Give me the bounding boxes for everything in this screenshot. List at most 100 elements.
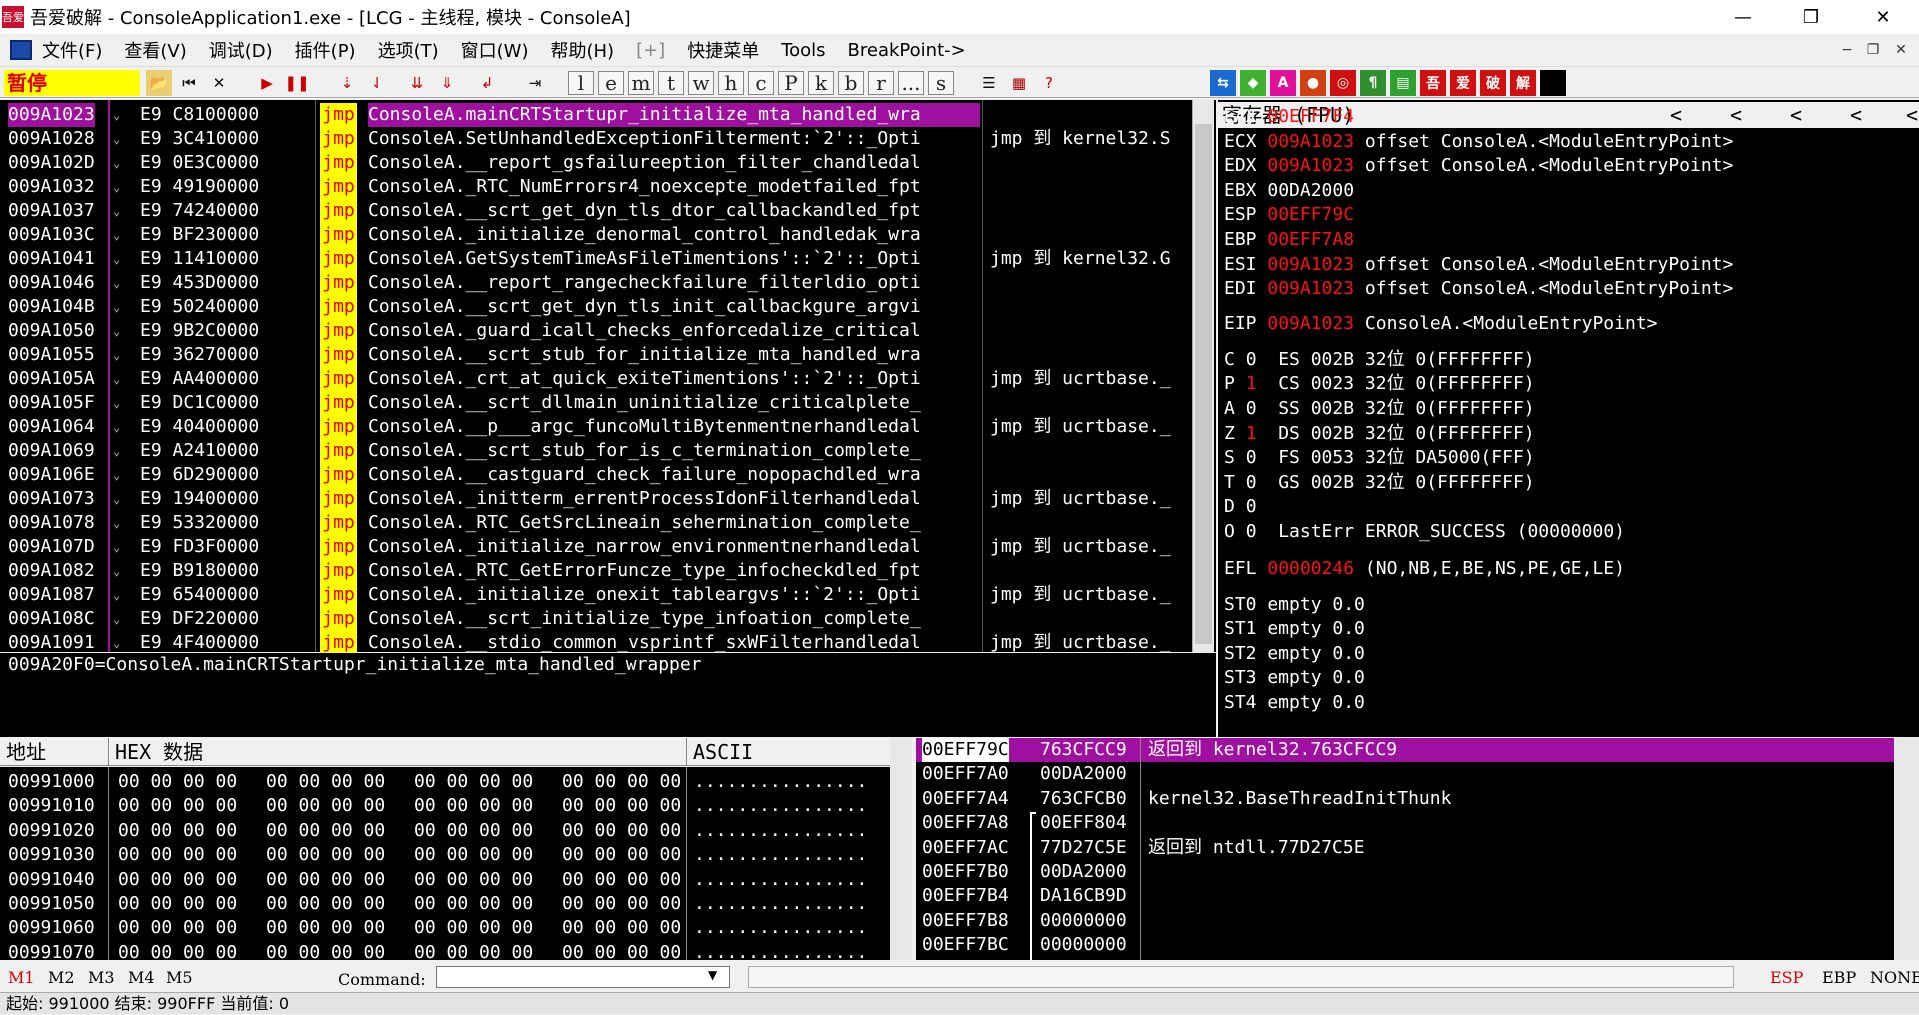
flag-p[interactable]: P 1 CS 0023 32位 0(FFFFFFFF) <box>1224 372 1535 396</box>
menu-window[interactable]: 窗口(W) <box>461 37 529 63</box>
trace-over-icon[interactable]: ⇓ <box>434 70 460 96</box>
open-icon[interactable]: 📂 <box>146 70 172 96</box>
disasm-row[interactable]: 009A105F ⌄ E9 DC1C0000 jmp ConsoleA.__scrt_d… <box>0 391 1216 415</box>
fpu-st4[interactable]: ST4 empty 0.0 <box>1224 691 1365 715</box>
trace-into-icon[interactable]: ⇊ <box>404 70 430 96</box>
dump-scrollbar[interactable] <box>890 738 912 960</box>
wu-icon[interactable]: 吾 <box>1420 70 1446 96</box>
toolbar-cpu-button[interactable]: c <box>748 71 774 95</box>
disasm-row[interactable]: 009A1087 ⌄ E9 65400000 jmp ConsoleA._initial… <box>0 583 1216 607</box>
tab-m2[interactable]: M2 <box>48 968 75 987</box>
stack-row[interactable]: 00EFF7A0 00DA2000 <box>916 762 1894 786</box>
disasm-row[interactable]: 009A103C ⌄ E9 BF230000 jmp ConsoleA._initial… <box>0 223 1216 247</box>
refresh-icon[interactable]: ⇆ <box>1210 70 1236 96</box>
stack-row[interactable]: 00EFF7B8 00000000 <box>916 909 1894 933</box>
reg-arrow-1[interactable]: < <box>1670 102 1682 128</box>
disasm-row[interactable]: 009A107D ⌄ E9 FD3F0000 jmp ConsoleA._initial… <box>0 535 1216 559</box>
restore-button[interactable]: ❐ <box>1782 0 1840 34</box>
toolbar-callstack-button[interactable]: k <box>808 71 834 95</box>
disasm-row[interactable]: 009A102D ⌄ E9 0E3C0000 jmp ConsoleA.__report… <box>0 151 1216 175</box>
stack-row[interactable]: 00EFF7AC 77D27C5E 返回到 ntdll.77D27C5E <box>916 836 1894 860</box>
menu-plus[interactable]: [+] <box>636 40 665 61</box>
record-icon[interactable]: ● <box>1300 70 1326 96</box>
black-square-icon[interactable] <box>1540 70 1566 96</box>
stack-row[interactable]: 00EFF7B0 00DA2000 <box>916 860 1894 884</box>
disasm-row[interactable]: 009A1028 ⌄ E9 3C410000 jmp ConsoleA.SetUnhan… <box>0 127 1216 151</box>
flag-o[interactable]: O 0 LastErr ERROR_SUCCESS (00000000) <box>1224 520 1625 544</box>
tab-m4[interactable]: M4 <box>128 968 155 987</box>
toolbar-source-button[interactable]: s <box>928 71 954 95</box>
dump-col-address[interactable]: 地址 <box>6 738 46 766</box>
chevron-down-icon[interactable]: ▼ <box>708 968 717 982</box>
toolbar-windows-button[interactable]: w <box>688 71 714 95</box>
toolbar-modules-button[interactable]: e <box>598 71 624 95</box>
goto-icon[interactable]: ⇥ <box>522 70 548 96</box>
disasm-row[interactable]: 009A1064 ⌄ E9 40400000 jmp ConsoleA.__p___ar… <box>0 415 1216 439</box>
stack-pane[interactable]: 00EFF79C 763CFCC9 返回到 kernel32.763CFCC9 00E… <box>916 738 1894 960</box>
tab-m1[interactable]: M1 <box>8 968 35 987</box>
step-over-icon[interactable]: ⇃ <box>364 70 390 96</box>
minimize-button[interactable]: — <box>1714 0 1772 34</box>
register-esp[interactable]: ESP 00EFF79C <box>1224 203 1365 227</box>
esp-button[interactable]: ESP <box>1770 968 1803 987</box>
disassembly-pane[interactable]: 009A1023 ⌄ E9 C8100000 jmp ConsoleA.mainCRTS… <box>0 100 1216 655</box>
register-edi[interactable]: EDI 009A1023 offset ConsoleA.<ModuleEntr… <box>1224 277 1733 301</box>
disasm-row[interactable]: 009A1069 ⌄ E9 A2410000 jmp ConsoleA.__scrt_s… <box>0 439 1216 463</box>
menu-breakpoint[interactable]: BreakPoint-> <box>848 40 966 61</box>
disasm-row[interactable]: 009A1073 ⌄ E9 19400000 jmp ConsoleA._initter… <box>0 487 1216 511</box>
menu-file[interactable]: 文件(F) <box>42 37 102 63</box>
toolbar-log-button[interactable]: l <box>568 71 594 95</box>
jie-icon[interactable]: 解 <box>1510 70 1536 96</box>
ebp-button[interactable]: EBP <box>1822 968 1856 987</box>
stack-row[interactable]: 00EFF7BC 00000000 <box>916 933 1894 957</box>
register-ebp[interactable]: EBP 00EFF7A8 <box>1224 228 1365 252</box>
disasm-row[interactable]: 009A1078 ⌄ E9 53320000 jmp ConsoleA._RTC_Get… <box>0 511 1216 535</box>
disasm-row[interactable]: 009A1023 ⌄ E9 C8100000 jmp ConsoleA.mainCRTS… <box>0 103 1216 127</box>
step-into-icon[interactable]: ⇣ <box>334 70 360 96</box>
dump-col-hex[interactable]: HEX 数据 <box>108 738 203 766</box>
mdi-minimize-button[interactable]: − <box>1836 40 1858 60</box>
stack-row[interactable]: 00EFF79C 763CFCC9 返回到 kernel32.763CFCC9 <box>916 738 1894 762</box>
mdi-close-button[interactable]: ✕ <box>1890 40 1912 60</box>
flag-t[interactable]: T 0 GS 002B 32位 0(FFFFFFFF) <box>1224 471 1535 495</box>
register-eip[interactable]: EIP 009A1023 ConsoleA.<ModuleEntryPoint> <box>1224 312 1658 336</box>
stack-row[interactable]: 00EFF7A4 763CFCB0 kernel32.BaseThreadInitT… <box>916 787 1894 811</box>
toolbar-patches-button[interactable]: P <box>778 71 804 95</box>
disasm-row[interactable]: 009A1037 ⌄ E9 74240000 jmp ConsoleA.__scrt_g… <box>0 199 1216 223</box>
toolbar-breakpoints-button[interactable]: b <box>838 71 864 95</box>
fpu-st2[interactable]: ST2 empty 0.0 <box>1224 642 1365 666</box>
dump-pane[interactable]: 00991000 00 00 00 00 00 00 00 00 00 00 00 0… <box>0 767 890 963</box>
menu-shortcut[interactable]: 快捷菜单 <box>687 37 759 63</box>
scroll-thumb[interactable] <box>1195 124 1212 644</box>
register-esi[interactable]: ESI 009A1023 offset ConsoleA.<ModuleEntr… <box>1224 253 1733 277</box>
tree-icon[interactable]: ¶ <box>1360 70 1386 96</box>
menu-help[interactable]: 帮助(H) <box>550 37 614 63</box>
reg-arrow-2[interactable]: < <box>1730 102 1742 128</box>
toolbar-handles-button[interactable]: h <box>718 71 744 95</box>
help-icon[interactable]: ? <box>1036 70 1062 96</box>
toolbar-memory-button[interactable]: m <box>628 71 654 95</box>
target-icon[interactable]: ◎ <box>1330 70 1356 96</box>
system-menu-icon[interactable] <box>10 40 32 60</box>
toolbar-runtrace-button[interactable]: ... <box>898 71 924 95</box>
reg-arrow-5[interactable]: < <box>1906 102 1918 128</box>
disasm-row[interactable]: 009A1041 ⌄ E9 11410000 jmp ConsoleA.GetSyste… <box>0 247 1216 271</box>
stack-row[interactable]: 00EFF7A8 00EFF804 <box>916 811 1894 835</box>
register-edx[interactable]: EDX 009A1023 offset ConsoleA.<ModuleEntr… <box>1224 154 1733 178</box>
register-efl[interactable]: EFL 00000246 (NO,NB,E,BE,NS,PE,GE,LE) <box>1224 557 1625 581</box>
flag-d[interactable]: D 0 <box>1224 495 1278 519</box>
tab-m5[interactable]: M5 <box>166 968 193 987</box>
close-icon[interactable]: ✕ <box>206 70 232 96</box>
mdi-restore-button[interactable]: ❐ <box>1862 40 1884 60</box>
fpu-st3[interactable]: ST3 empty 0.0 <box>1224 666 1365 690</box>
disasm-row[interactable]: 009A1046 ⌄ E9 453D0000 jmp ConsoleA.__report… <box>0 271 1216 295</box>
ai-icon[interactable]: 爱 <box>1450 70 1476 96</box>
grid-icon[interactable]: ▦ <box>1006 70 1032 96</box>
disasm-row[interactable]: 009A104B ⌄ E9 50240000 jmp ConsoleA.__scrt_g… <box>0 295 1216 319</box>
dump-col-ascii[interactable]: ASCII <box>686 738 753 766</box>
disasm-row[interactable]: 009A1050 ⌄ E9 9B2C0000 jmp ConsoleA._guard_i… <box>0 319 1216 343</box>
flag-a[interactable]: A 0 SS 002B 32位 0(FFFFFFFF) <box>1224 397 1535 421</box>
menu-debug[interactable]: 调试(D) <box>209 37 273 63</box>
register-ecx[interactable]: ECX 009A1023 offset ConsoleA.<ModuleEntr… <box>1224 130 1733 154</box>
close-button[interactable]: ✕ <box>1854 0 1912 34</box>
